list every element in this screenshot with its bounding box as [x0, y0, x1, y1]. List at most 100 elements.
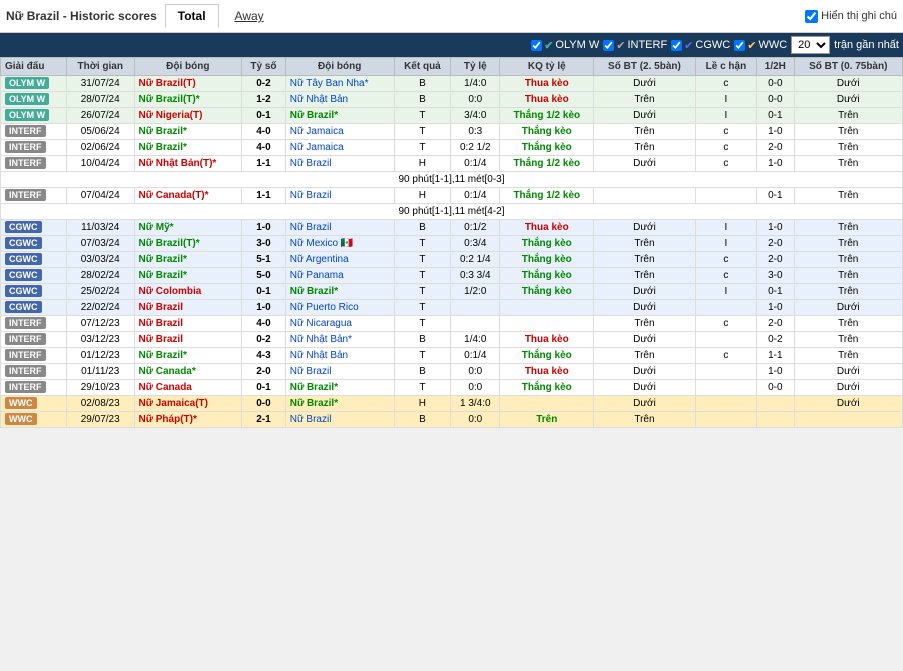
handicap: I [695, 220, 757, 236]
handicap: c [695, 140, 757, 156]
table-row: INTERF 10/04/24 Nữ Nhật Bản(T)* 1-1 Nữ B… [1, 156, 903, 172]
home-team: Nữ Pháp(T)* [134, 412, 242, 428]
filter-wwc[interactable]: ✔ WWC [734, 39, 787, 52]
over-under-25: Trên [594, 412, 695, 428]
tournament-badge: INTERF [1, 380, 67, 396]
table-row: CGWC 25/02/24 Nữ Colombia 0-1 Nữ Brazil*… [1, 284, 903, 300]
tournament-badge: OLYM W [1, 108, 67, 124]
odds-result [500, 316, 594, 332]
over-under-075: Dưới [794, 380, 902, 396]
odds-ratio: 0:1/2 [451, 220, 500, 236]
show-notes-checkbox[interactable] [805, 10, 818, 23]
tournament-badge: CGWC [1, 236, 67, 252]
odds-ratio [451, 300, 500, 316]
away-team: Nữ Nicaragua [285, 316, 394, 332]
odds-ratio: 0:1/4 [451, 156, 500, 172]
match-date: 02/08/23 [66, 396, 134, 412]
home-team: Nữ Brazil(T)* [134, 236, 242, 252]
half-score: 1-0 [757, 124, 794, 140]
away-team: Nữ Nhật Bản [285, 348, 394, 364]
show-notes-label[interactable]: Hiển thị ghi chú [805, 10, 897, 23]
away-team: Nữ Nhật Bản [285, 92, 394, 108]
match-score: 4-0 [242, 316, 286, 332]
match-score: 1-0 [242, 220, 286, 236]
over-under-075: Trên [794, 188, 902, 204]
match-score: 4-0 [242, 140, 286, 156]
table-row: INTERF 02/06/24 Nữ Brazil* 4-0 Nữ Jamaic… [1, 140, 903, 156]
match-result: T [394, 300, 451, 316]
away-team: Nữ Mexico 🇲🇽 [285, 236, 394, 252]
match-score: 1-1 [242, 188, 286, 204]
match-date: 07/03/24 [66, 236, 134, 252]
odds-result: Thắng 1/2 kèo [500, 156, 594, 172]
match-score: 0-2 [242, 332, 286, 348]
half-score: 1-0 [757, 220, 794, 236]
match-result: T [394, 140, 451, 156]
col-ratio: Tỷ lệ [451, 58, 500, 76]
match-result: T [394, 236, 451, 252]
tournament-badge: INTERF [1, 156, 67, 172]
odds-ratio: 0:2 1/4 [451, 252, 500, 268]
odds-ratio: 1 3/4:0 [451, 396, 500, 412]
filter-cgwc[interactable]: ✔ CGWC [671, 39, 730, 52]
match-result: H [394, 156, 451, 172]
handicap [695, 332, 757, 348]
recent-matches-label: trận gần nhất [834, 39, 899, 51]
home-team: Nữ Nhật Bản(T)* [134, 156, 242, 172]
odds-ratio [451, 316, 500, 332]
odds-result: Thắng kèo [500, 284, 594, 300]
half-score [757, 412, 794, 428]
tab-total[interactable]: Total [165, 4, 219, 28]
match-score: 4-3 [242, 348, 286, 364]
half-score: 0-0 [757, 92, 794, 108]
over-under-25: Trên [594, 140, 695, 156]
match-score: 1-0 [242, 300, 286, 316]
table-row: OLYM W 31/07/24 Nữ Brazil(T) 0-2 Nữ Tây … [1, 76, 903, 92]
over-under-25: Trên [594, 236, 695, 252]
handicap [695, 188, 757, 204]
col-score: Tỷ số [242, 58, 286, 76]
match-result: T [394, 268, 451, 284]
table-row: INTERF 01/11/23 Nữ Canada* 2-0 Nữ Brazil… [1, 364, 903, 380]
handicap: c [695, 156, 757, 172]
over-under-25 [594, 188, 695, 204]
half-score: 1-1 [757, 348, 794, 364]
table-row: OLYM W 26/07/24 Nữ Nigeria(T) 0-1 Nữ Bra… [1, 108, 903, 124]
over-under-075: Trên [794, 156, 902, 172]
match-score: 0-1 [242, 108, 286, 124]
tournament-badge: WWC [1, 412, 67, 428]
handicap: I [695, 236, 757, 252]
match-result: T [394, 108, 451, 124]
home-team: Nữ Brazil* [134, 348, 242, 364]
filter-olym[interactable]: ✔ OLYM W [531, 39, 599, 52]
separator-row: 90 phút[1-1],11 mét[0-3] [1, 172, 903, 188]
over-under-25: Dưới [594, 364, 695, 380]
odds-result [500, 396, 594, 412]
home-team: Nữ Canada(T)* [134, 188, 242, 204]
odds-result: Thắng kèo [500, 252, 594, 268]
header-right: Hiển thị ghi chú [805, 10, 897, 23]
table-row: WWC 02/08/23 Nữ Jamaica(T) 0-0 Nữ Brazil… [1, 396, 903, 412]
handicap: c [695, 76, 757, 92]
table-row: CGWC 07/03/24 Nữ Brazil(T)* 3-0 Nữ Mexic… [1, 236, 903, 252]
match-date: 02/06/24 [66, 140, 134, 156]
handicap [695, 364, 757, 380]
match-date: 28/07/24 [66, 92, 134, 108]
match-date: 07/04/24 [66, 188, 134, 204]
match-result: B [394, 364, 451, 380]
odds-ratio: 3/4:0 [451, 108, 500, 124]
odds-ratio: 0:0 [451, 412, 500, 428]
away-team: Nữ Brazil [285, 412, 394, 428]
home-team: Nữ Brazil [134, 316, 242, 332]
match-count-select[interactable]: 20 10 30 50 [791, 36, 830, 54]
col-kq-ratio: KQ tỷ lệ [500, 58, 594, 76]
over-under-075: Dưới [794, 364, 902, 380]
away-team: Nữ Tây Ban Nha* [285, 76, 394, 92]
match-date: 11/03/24 [66, 220, 134, 236]
tournament-badge: INTERF [1, 140, 67, 156]
home-team: Nữ Nigeria(T) [134, 108, 242, 124]
half-score [757, 396, 794, 412]
tab-away[interactable]: Away [227, 5, 272, 27]
match-date: 31/07/24 [66, 76, 134, 92]
filter-interf[interactable]: ✔ INTERF [603, 39, 667, 52]
